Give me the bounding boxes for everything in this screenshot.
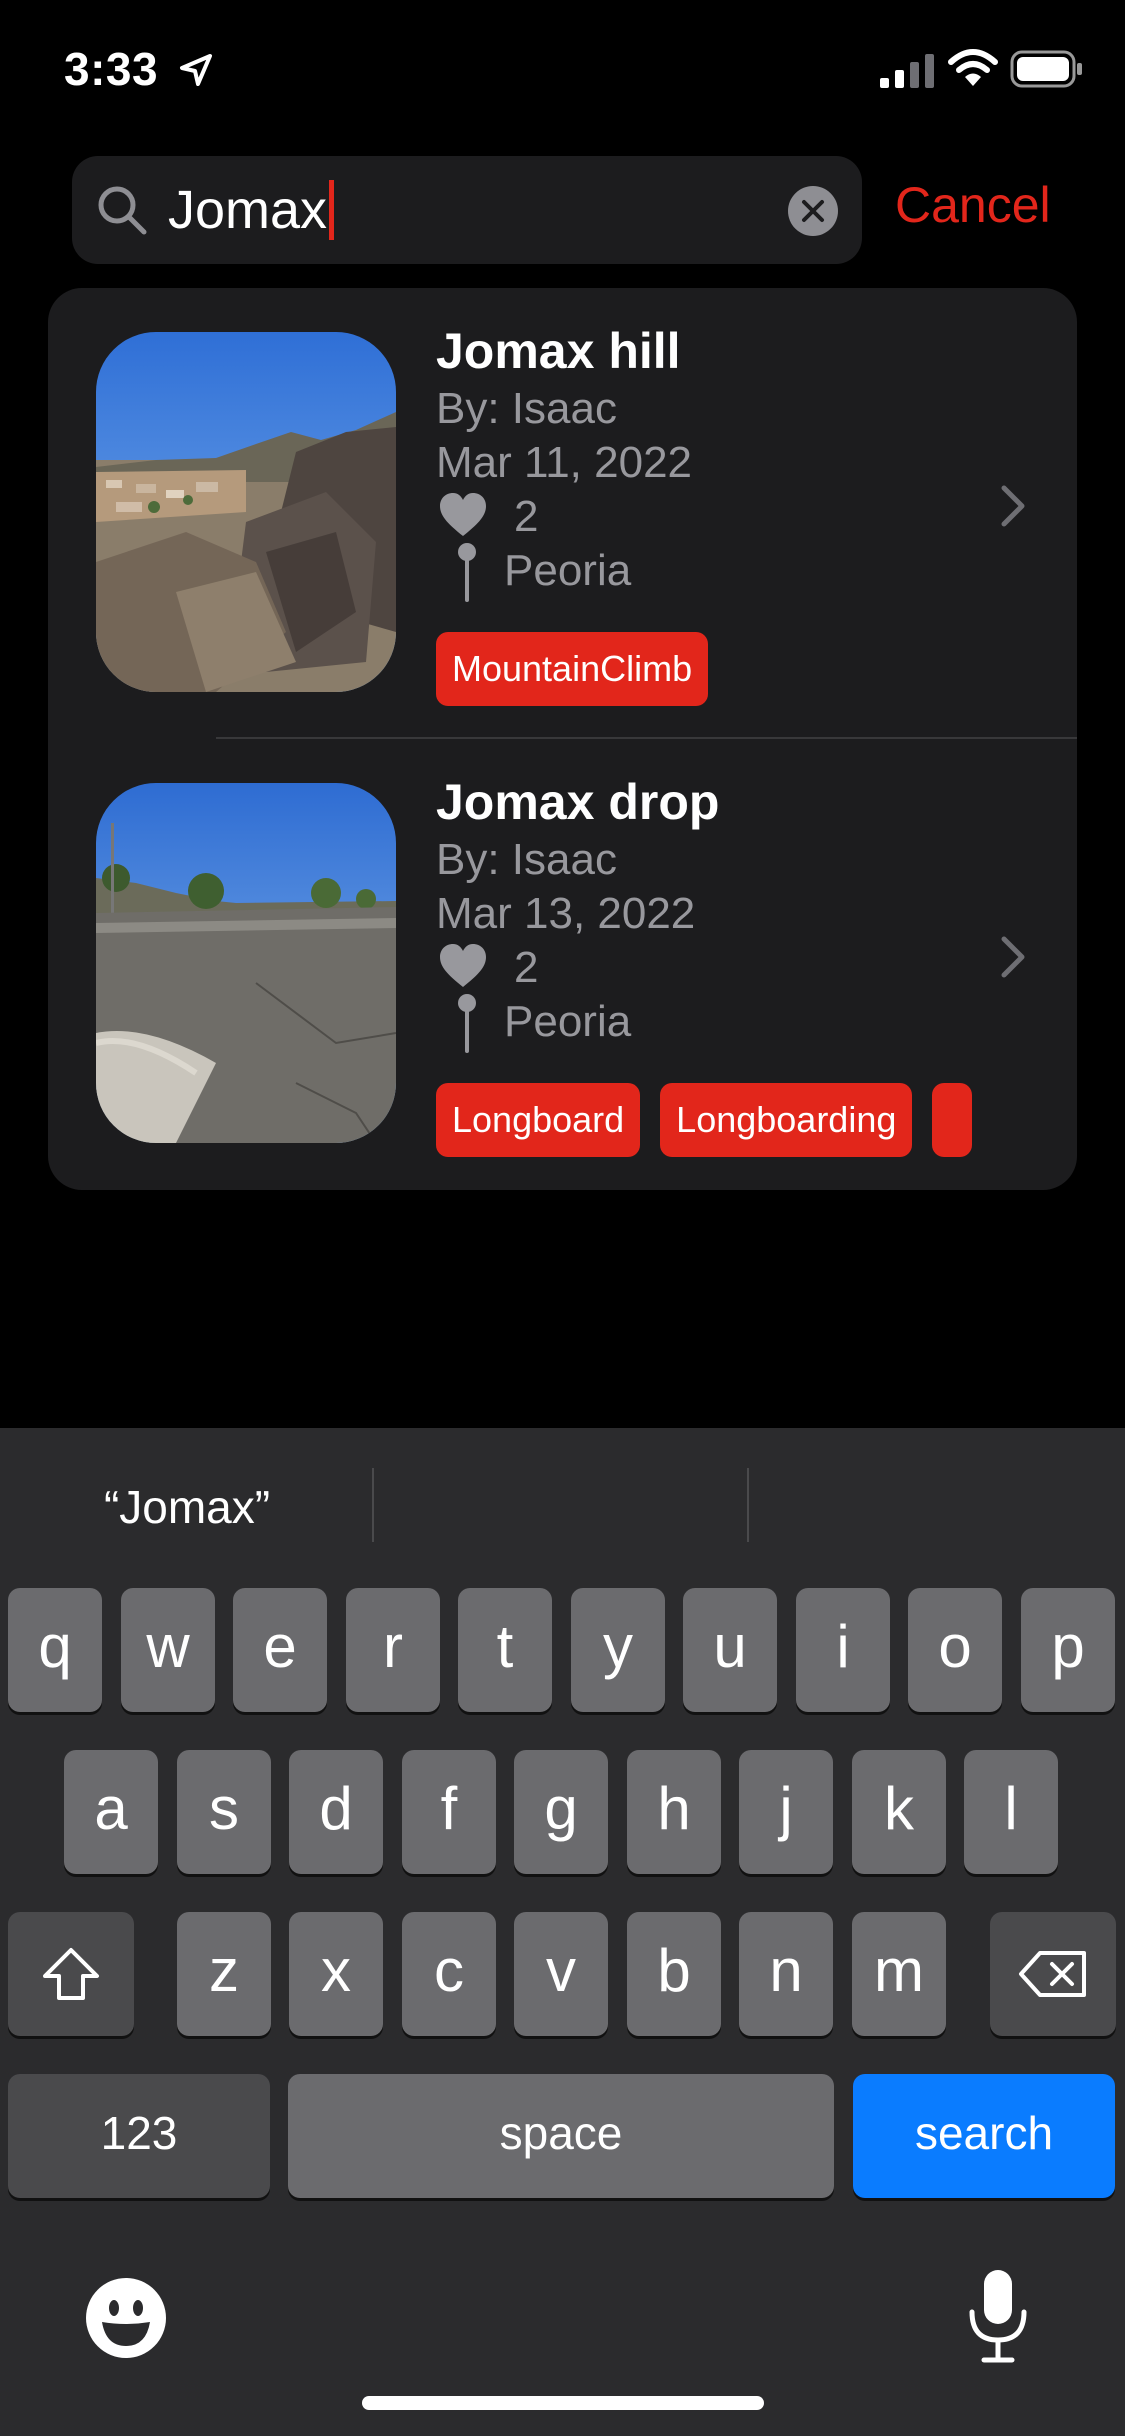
- heart-icon: [440, 493, 486, 536]
- numbers-key[interactable]: 123: [8, 2074, 270, 2198]
- battery-icon: [1010, 50, 1082, 88]
- suggestion-divider: [372, 1468, 374, 1542]
- key-x[interactable]: x: [289, 1912, 383, 2036]
- tag-list: Longboard Longboarding: [436, 1083, 1020, 1157]
- delete-icon: [1019, 1951, 1086, 1997]
- cellular-signal-icon: [880, 54, 934, 88]
- key-u[interactable]: u: [683, 1588, 777, 1712]
- key-n[interactable]: n: [739, 1912, 833, 2036]
- tag-chip[interactable]: [932, 1083, 973, 1157]
- tag-chip[interactable]: Longboarding: [660, 1083, 913, 1157]
- result-row[interactable]: Jomax hill By: Isaac Mar 11, 2022 2 Peor…: [48, 288, 1077, 738]
- search-query: Jomax: [168, 180, 328, 240]
- keyboard: “Jomax” q w e r t y u i o p a s d f g h …: [0, 1428, 1125, 2436]
- key-m[interactable]: m: [852, 1912, 946, 2036]
- key-j[interactable]: j: [739, 1750, 833, 1874]
- wifi-icon: [948, 49, 998, 86]
- result-likes: 2: [514, 943, 539, 992]
- mountain-photo: [96, 332, 396, 692]
- result-location: Peoria: [504, 997, 632, 1046]
- key-p[interactable]: p: [1021, 1588, 1115, 1712]
- chevron-right-icon: [1001, 485, 1025, 527]
- shift-icon: [43, 1948, 99, 2000]
- search-results-list: Jomax hill By: Isaac Mar 11, 2022 2 Peor…: [48, 288, 1077, 1190]
- search-input[interactable]: Jomax: [168, 180, 335, 240]
- key-f[interactable]: f: [402, 1750, 496, 1874]
- result-title: Jomax drop: [436, 774, 720, 830]
- key-l[interactable]: l: [964, 1750, 1058, 1874]
- cancel-button[interactable]: Cancel: [895, 176, 1051, 234]
- result-row[interactable]: Jomax drop By: Isaac Mar 13, 2022 2 Peor…: [48, 739, 1077, 1189]
- key-h[interactable]: h: [627, 1750, 721, 1874]
- result-date: Mar 11, 2022: [436, 438, 693, 487]
- location-pin-icon: [458, 994, 476, 1053]
- result-author: By: Isaac: [436, 384, 617, 433]
- result-thumbnail: [96, 332, 396, 692]
- clear-circle-icon: [802, 200, 824, 222]
- key-o[interactable]: o: [908, 1588, 1002, 1712]
- chevron-right-icon: [1001, 936, 1025, 978]
- key-v[interactable]: v: [514, 1912, 608, 2036]
- key-i[interactable]: i: [796, 1588, 890, 1712]
- key-w[interactable]: w: [121, 1588, 215, 1712]
- key-g[interactable]: g: [514, 1750, 608, 1874]
- road-photo: [96, 783, 396, 1143]
- microphone-icon[interactable]: [966, 2268, 1030, 2364]
- result-likes: 2: [514, 492, 539, 541]
- key-c[interactable]: c: [402, 1912, 496, 2036]
- result-author: By: Isaac: [436, 835, 617, 884]
- delete-key[interactable]: [990, 1912, 1116, 2036]
- search-field[interactable]: Jomax: [72, 156, 862, 264]
- tag-chip[interactable]: Longboard: [436, 1083, 641, 1157]
- suggestion-item[interactable]: “Jomax”: [2, 1480, 372, 1534]
- key-b[interactable]: b: [627, 1912, 721, 2036]
- location-pin-icon: [458, 543, 476, 602]
- emoji-icon[interactable]: [84, 2276, 168, 2360]
- suggestion-divider: [747, 1468, 749, 1542]
- shift-key[interactable]: [8, 1912, 134, 2036]
- key-s[interactable]: s: [177, 1750, 271, 1874]
- status-time: 3:33: [64, 43, 159, 95]
- location-arrow-icon: [180, 54, 212, 86]
- tag-list: MountainClimb: [436, 632, 1020, 706]
- key-t[interactable]: t: [458, 1588, 552, 1712]
- key-k[interactable]: k: [852, 1750, 946, 1874]
- suggestion-bar: “Jomax”: [0, 1428, 1125, 1576]
- result-thumbnail: [96, 783, 396, 1143]
- heart-icon: [440, 944, 486, 987]
- search-icon: [98, 186, 147, 235]
- result-date: Mar 13, 2022: [436, 889, 696, 938]
- key-d[interactable]: d: [289, 1750, 383, 1874]
- result-location: Peoria: [504, 546, 632, 595]
- key-e[interactable]: e: [233, 1588, 327, 1712]
- space-key[interactable]: space: [288, 2074, 834, 2198]
- text-caret: [329, 180, 335, 240]
- home-indicator[interactable]: [362, 2396, 764, 2410]
- key-z[interactable]: z: [177, 1912, 271, 2036]
- key-r[interactable]: r: [346, 1588, 440, 1712]
- search-key[interactable]: search: [853, 2074, 1115, 2198]
- clear-search-button[interactable]: [788, 186, 838, 236]
- key-q[interactable]: q: [8, 1588, 102, 1712]
- key-y[interactable]: y: [571, 1588, 665, 1712]
- status-bar: 3:33: [0, 0, 1125, 140]
- tag-chip[interactable]: MountainClimb: [436, 632, 709, 706]
- key-a[interactable]: a: [64, 1750, 158, 1874]
- result-title: Jomax hill: [436, 323, 681, 379]
